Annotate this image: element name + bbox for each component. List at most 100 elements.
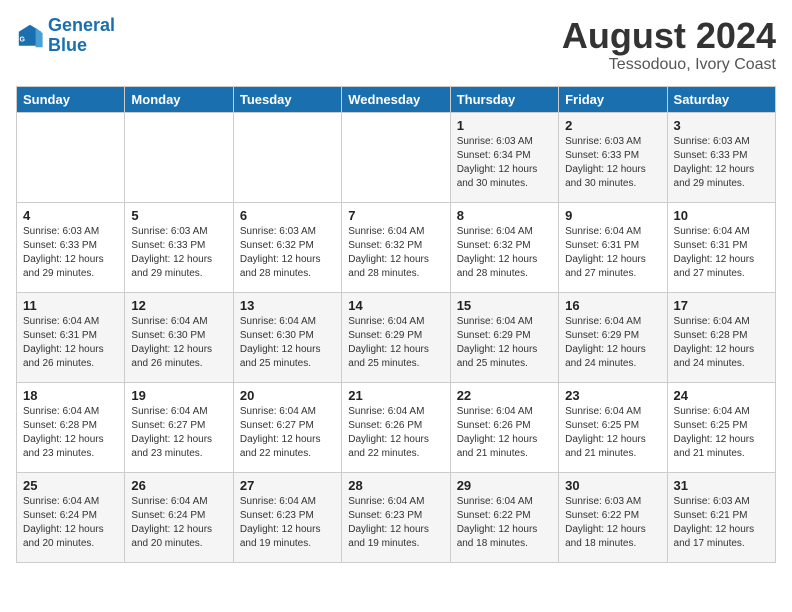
day-cell: 3 Sunrise: 6:03 AM Sunset: 6:33 PM Daylig… — [667, 112, 775, 202]
day-info: Sunrise: 6:04 AM Sunset: 6:30 PM Dayligh… — [240, 315, 335, 371]
day-cell: 20Sunrise: 6:04 AM Sunset: 6:27 PM Dayli… — [233, 382, 341, 472]
day-info: Sunrise: 6:03 AM Sunset: 6:21 PM Dayligh… — [674, 495, 769, 551]
day-cell: 23 Sunrise: 6:04 AM Sunset: 6:25 PM Dayli… — [559, 382, 667, 472]
calendar-title: August 2024 — [562, 16, 776, 56]
day-cell — [342, 112, 450, 202]
day-info: Sunrise: 6:04 AM Sunset: 6:25 PM Dayligh… — [565, 405, 660, 461]
day-number: 17 — [674, 298, 769, 313]
header-cell-sunday: Sunday — [17, 86, 125, 112]
day-number: 18 — [23, 388, 118, 403]
day-info: Sunrise: 6:04 AM Sunset: 6:29 PM Dayligh… — [348, 315, 443, 371]
day-number: 3 — [674, 118, 769, 133]
week-row-4: 18Sunrise: 6:04 AM Sunset: 6:28 PM Dayli… — [17, 382, 776, 472]
day-number: 30 — [565, 478, 660, 493]
day-number: 14 — [348, 298, 443, 313]
header-cell-saturday: Saturday — [667, 86, 775, 112]
day-info: Sunrise: 6:04 AM Sunset: 6:31 PM Dayligh… — [565, 225, 660, 281]
day-cell: 16Sunrise: 6:04 AM Sunset: 6:29 PM Dayli… — [559, 292, 667, 382]
day-info: Sunrise: 6:04 AM Sunset: 6:31 PM Dayligh… — [674, 225, 769, 281]
day-cell: 21Sunrise: 6:04 AM Sunset: 6:26 PM Dayli… — [342, 382, 450, 472]
calendar-subtitle: Tessodouo, Ivory Coast — [562, 56, 776, 74]
day-info: Sunrise: 6:04 AM Sunset: 6:29 PM Dayligh… — [457, 315, 552, 371]
day-cell: 29 Sunrise: 6:04 AM Sunset: 6:22 PM Dayli… — [450, 472, 558, 562]
day-number: 21 — [348, 388, 443, 403]
svg-text:G: G — [20, 36, 26, 43]
logo-line1: General — [48, 15, 115, 35]
day-cell: 8Sunrise: 6:04 AM Sunset: 6:32 PM Daylig… — [450, 202, 558, 292]
day-info: Sunrise: 6:03 AM Sunset: 6:33 PM Dayligh… — [131, 225, 226, 281]
day-info: Sunrise: 6:03 AM Sunset: 6:32 PM Dayligh… — [240, 225, 335, 281]
header-cell-wednesday: Wednesday — [342, 86, 450, 112]
day-cell: 28 Sunrise: 6:04 AM Sunset: 6:23 PM Dayli… — [342, 472, 450, 562]
day-info: Sunrise: 6:03 AM Sunset: 6:34 PM Dayligh… — [457, 135, 552, 191]
day-number: 9 — [565, 208, 660, 223]
day-cell: 5 Sunrise: 6:03 AM Sunset: 6:33 PM Daylig… — [125, 202, 233, 292]
day-info: Sunrise: 6:04 AM Sunset: 6:26 PM Dayligh… — [457, 405, 552, 461]
day-info: Sunrise: 6:04 AM Sunset: 6:27 PM Dayligh… — [131, 405, 226, 461]
day-number: 29 — [457, 478, 552, 493]
day-info: Sunrise: 6:04 AM Sunset: 6:32 PM Dayligh… — [457, 225, 552, 281]
week-row-3: 11 Sunrise: 6:04 AM Sunset: 6:31 PM Dayli… — [17, 292, 776, 382]
day-cell: 27Sunrise: 6:04 AM Sunset: 6:23 PM Dayli… — [233, 472, 341, 562]
day-number: 26 — [131, 478, 226, 493]
day-info: Sunrise: 6:03 AM Sunset: 6:33 PM Dayligh… — [674, 135, 769, 191]
day-info: Sunrise: 6:04 AM Sunset: 6:28 PM Dayligh… — [674, 315, 769, 371]
day-number: 11 — [23, 298, 118, 313]
day-cell: 9 Sunrise: 6:04 AM Sunset: 6:31 PM Daylig… — [559, 202, 667, 292]
day-cell: 18Sunrise: 6:04 AM Sunset: 6:28 PM Dayli… — [17, 382, 125, 472]
header-cell-friday: Friday — [559, 86, 667, 112]
day-number: 13 — [240, 298, 335, 313]
page-header: G General Blue August 2024 Tessodouo, Iv… — [16, 16, 776, 74]
day-number: 31 — [674, 478, 769, 493]
day-number: 19 — [131, 388, 226, 403]
day-cell: 13 Sunrise: 6:04 AM Sunset: 6:30 PM Dayli… — [233, 292, 341, 382]
day-info: Sunrise: 6:03 AM Sunset: 6:33 PM Dayligh… — [565, 135, 660, 191]
day-cell: 11 Sunrise: 6:04 AM Sunset: 6:31 PM Dayli… — [17, 292, 125, 382]
day-info: Sunrise: 6:04 AM Sunset: 6:31 PM Dayligh… — [23, 315, 118, 371]
day-info: Sunrise: 6:03 AM Sunset: 6:22 PM Dayligh… — [565, 495, 660, 551]
logo: G General Blue — [16, 16, 115, 56]
day-cell: 1 Sunrise: 6:03 AM Sunset: 6:34 PM Daylig… — [450, 112, 558, 202]
calendar-table: SundayMondayTuesdayWednesdayThursdayFrid… — [16, 86, 776, 563]
day-info: Sunrise: 6:04 AM Sunset: 6:22 PM Dayligh… — [457, 495, 552, 551]
day-number: 5 — [131, 208, 226, 223]
day-cell: 30 Sunrise: 6:03 AM Sunset: 6:22 PM Dayli… — [559, 472, 667, 562]
day-number: 22 — [457, 388, 552, 403]
day-cell: 10 Sunrise: 6:04 AM Sunset: 6:31 PM Dayli… — [667, 202, 775, 292]
day-info: Sunrise: 6:04 AM Sunset: 6:23 PM Dayligh… — [240, 495, 335, 551]
day-number: 4 — [23, 208, 118, 223]
day-cell — [233, 112, 341, 202]
day-info: Sunrise: 6:04 AM Sunset: 6:23 PM Dayligh… — [348, 495, 443, 551]
day-number: 1 — [457, 118, 552, 133]
day-info: Sunrise: 6:04 AM Sunset: 6:27 PM Dayligh… — [240, 405, 335, 461]
title-block: August 2024 Tessodouo, Ivory Coast — [562, 16, 776, 74]
day-cell — [125, 112, 233, 202]
day-info: Sunrise: 6:04 AM Sunset: 6:24 PM Dayligh… — [131, 495, 226, 551]
day-info: Sunrise: 6:04 AM Sunset: 6:24 PM Dayligh… — [23, 495, 118, 551]
day-number: 2 — [565, 118, 660, 133]
day-cell: 19 Sunrise: 6:04 AM Sunset: 6:27 PM Dayli… — [125, 382, 233, 472]
header-cell-thursday: Thursday — [450, 86, 558, 112]
day-number: 10 — [674, 208, 769, 223]
day-number: 6 — [240, 208, 335, 223]
day-number: 25 — [23, 478, 118, 493]
day-cell: 24Sunrise: 6:04 AM Sunset: 6:25 PM Dayli… — [667, 382, 775, 472]
day-info: Sunrise: 6:04 AM Sunset: 6:29 PM Dayligh… — [565, 315, 660, 371]
day-info: Sunrise: 6:04 AM Sunset: 6:30 PM Dayligh… — [131, 315, 226, 371]
day-cell — [17, 112, 125, 202]
logo-icon: G — [16, 22, 44, 50]
day-cell: 31 Sunrise: 6:03 AM Sunset: 6:21 PM Dayli… — [667, 472, 775, 562]
day-number: 28 — [348, 478, 443, 493]
day-cell: 25 Sunrise: 6:04 AM Sunset: 6:24 PM Dayli… — [17, 472, 125, 562]
day-number: 12 — [131, 298, 226, 313]
day-cell: 22 Sunrise: 6:04 AM Sunset: 6:26 PM Dayli… — [450, 382, 558, 472]
day-number: 23 — [565, 388, 660, 403]
header-row: SundayMondayTuesdayWednesdayThursdayFrid… — [17, 86, 776, 112]
day-cell: 26 Sunrise: 6:04 AM Sunset: 6:24 PM Dayli… — [125, 472, 233, 562]
day-cell: 12 Sunrise: 6:04 AM Sunset: 6:30 PM Dayli… — [125, 292, 233, 382]
week-row-2: 4 Sunrise: 6:03 AM Sunset: 6:33 PM Daylig… — [17, 202, 776, 292]
day-info: Sunrise: 6:04 AM Sunset: 6:32 PM Dayligh… — [348, 225, 443, 281]
logo-line2: Blue — [48, 36, 115, 56]
week-row-5: 25 Sunrise: 6:04 AM Sunset: 6:24 PM Dayli… — [17, 472, 776, 562]
day-cell: 17 Sunrise: 6:04 AM Sunset: 6:28 PM Dayli… — [667, 292, 775, 382]
